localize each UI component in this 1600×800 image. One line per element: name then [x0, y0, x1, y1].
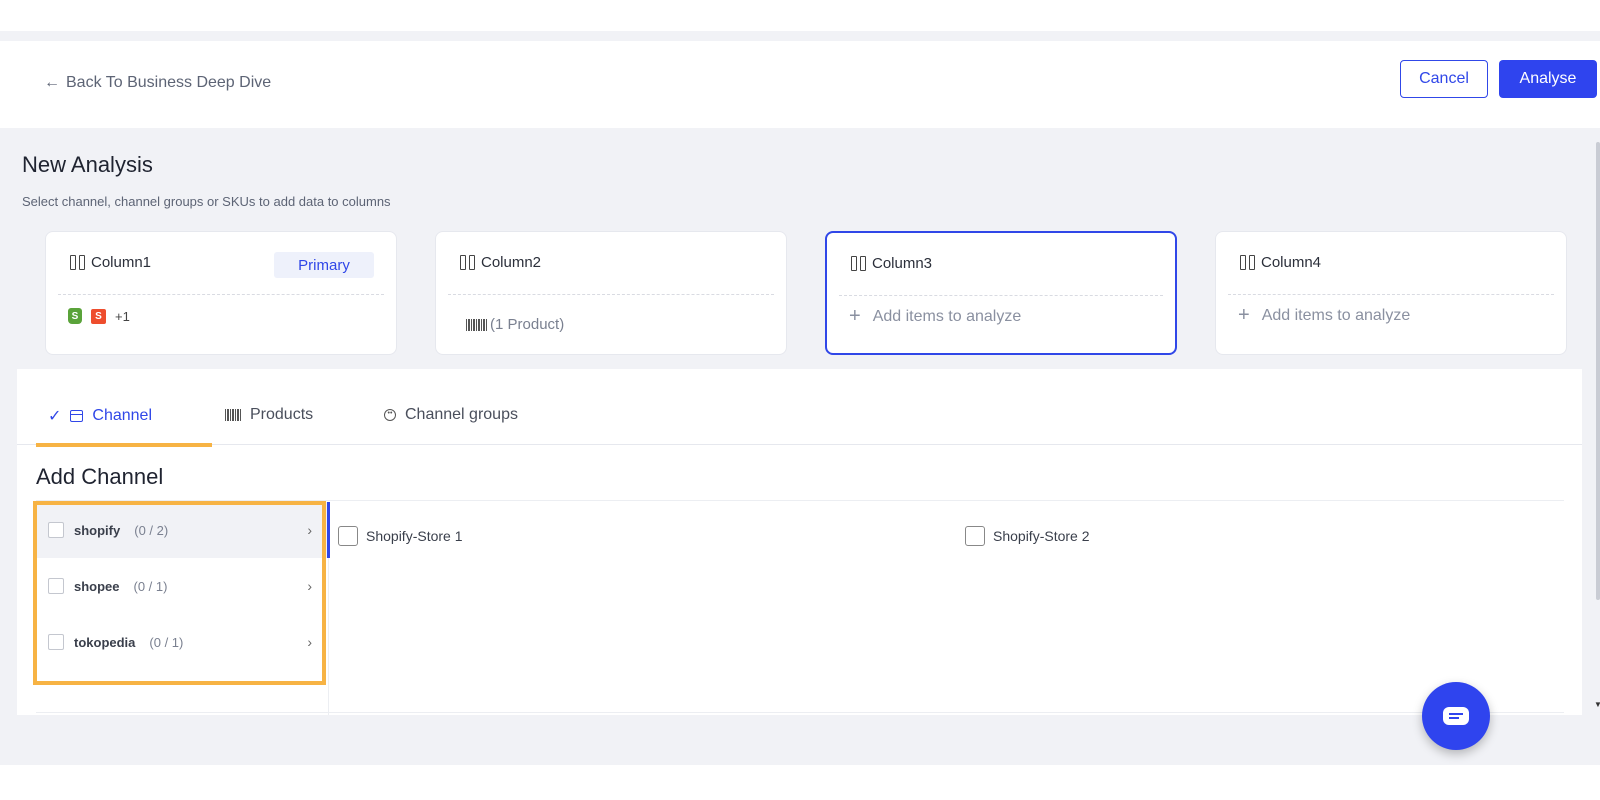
columns-icon [460, 255, 475, 270]
plus-icon: + [1238, 304, 1250, 326]
column-divider [448, 294, 774, 295]
tab-label: Channel groups [405, 406, 518, 423]
channel-count: (0 / 1) [133, 578, 168, 594]
barcode-icon [225, 409, 241, 421]
product-count: (1 Product) [490, 316, 565, 333]
active-item-indicator [327, 502, 330, 558]
shopify-icon: S [68, 308, 82, 324]
channel-item-shopee[interactable]: shopee (0 / 1) › [36, 558, 328, 614]
chevron-right-icon: › [307, 634, 312, 650]
columns-icon [70, 255, 85, 270]
checkbox[interactable] [48, 634, 64, 650]
column-divider [58, 294, 384, 295]
channel-name: tokopedia [74, 634, 136, 650]
checkbox[interactable] [48, 522, 64, 538]
extra-channel-count: +1 [115, 308, 130, 324]
columns-icon [1240, 255, 1255, 270]
channel-item-shopify[interactable]: shopify (0 / 2) › [36, 502, 328, 558]
add-items-button[interactable]: + Add items to analyze [849, 305, 1021, 328]
tab-channel-groups[interactable]: •• Channel groups [384, 406, 518, 424]
channel-count: (0 / 2) [134, 522, 169, 538]
column-card-3[interactable]: Column3 + Add items to analyze [825, 231, 1177, 355]
section-divider [36, 500, 1564, 501]
store-label: Shopify-Store 1 [366, 528, 463, 544]
group-icon: •• [384, 409, 396, 421]
store-label: Shopify-Store 2 [993, 528, 1090, 544]
store-option-2[interactable]: Shopify-Store 2 [965, 526, 1090, 546]
chat-button[interactable] [1422, 682, 1490, 750]
column-label: Column1 [91, 254, 152, 271]
barcode-icon [466, 318, 488, 331]
column-card-1[interactable]: Column1 Primary S S +1 [45, 231, 397, 355]
chat-icon [1443, 707, 1469, 725]
column-card-4[interactable]: Column4 + Add items to analyze [1215, 231, 1567, 355]
tab-products[interactable]: Products [225, 406, 313, 424]
active-tab-indicator [36, 443, 212, 447]
scroll-down-icon[interactable]: ▼ [1594, 700, 1600, 709]
store-option-1[interactable]: Shopify-Store 1 [338, 526, 463, 546]
tab-label: Channel [92, 407, 153, 424]
tab-label: Products [250, 406, 314, 423]
check-icon: ✓ [48, 408, 62, 425]
add-items-label: Add items to analyze [872, 307, 1022, 325]
add-items-button[interactable]: + Add items to analyze [1238, 304, 1410, 327]
tab-channel[interactable]: ✓ Channel [48, 406, 152, 426]
chevron-right-icon: › [307, 522, 312, 538]
cancel-button[interactable]: Cancel [1400, 60, 1488, 98]
scrollbar[interactable] [1596, 142, 1600, 600]
back-link[interactable]: ← Back To Business Deep Dive [44, 74, 271, 92]
columns-icon [851, 256, 866, 271]
channel-name: shopee [74, 578, 120, 594]
channel-name: shopify [74, 522, 121, 538]
column-label: Column4 [1261, 254, 1322, 271]
add-channel-title: Add Channel [36, 464, 164, 489]
primary-badge: Primary [274, 252, 374, 278]
channel-count: (0 / 1) [149, 634, 184, 650]
column-label: Column2 [481, 254, 542, 271]
tabs-divider [17, 444, 1582, 445]
column-divider [839, 295, 1163, 296]
bottom-divider [36, 712, 1564, 713]
analyse-button[interactable]: Analyse [1499, 60, 1597, 98]
channel-item-tokopedia[interactable]: tokopedia (0 / 1) › [36, 614, 328, 670]
channel-list: shopify (0 / 2) › shopee (0 / 1) › tokop… [36, 502, 328, 670]
shopee-icon: S [91, 308, 106, 324]
top-strip [0, 31, 1600, 41]
arrow-left-icon: ← [44, 74, 60, 91]
column-divider [1228, 294, 1554, 295]
back-label: Back To Business Deep Dive [66, 74, 272, 91]
column-label: Column3 [872, 255, 933, 272]
store-icon [70, 410, 84, 422]
checkbox[interactable] [965, 526, 985, 546]
page-title: New Analysis [22, 152, 153, 177]
column-card-2[interactable]: Column2 (1 Product) [435, 231, 787, 355]
checkbox[interactable] [48, 578, 64, 594]
checkbox[interactable] [338, 526, 358, 546]
add-items-label: Add items to analyze [1261, 306, 1411, 324]
chevron-right-icon: › [307, 578, 312, 594]
plus-icon: + [849, 305, 861, 327]
page-subtitle: Select channel, channel groups or SKUs t… [22, 194, 391, 209]
